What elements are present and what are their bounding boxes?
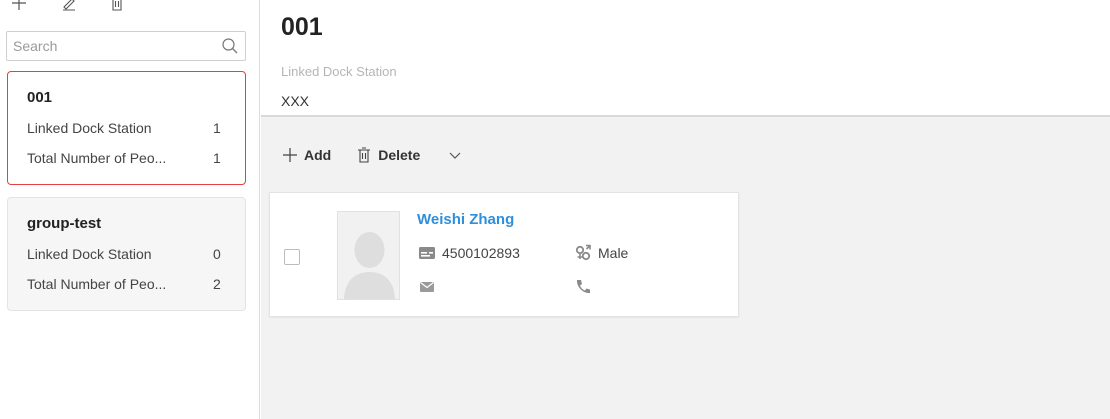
group-linked-row: Linked Dock Station 1	[27, 120, 229, 136]
person-checkbox[interactable]	[284, 249, 300, 265]
linked-dock-label: Linked Dock Station	[27, 120, 152, 136]
add-person-button[interactable]: Add	[281, 146, 331, 164]
avatar	[337, 211, 400, 300]
total-people-label: Total Number of Peo...	[27, 276, 167, 292]
group-name: group-test	[27, 215, 102, 232]
linked-dock-count: 0	[213, 246, 221, 262]
total-people-count: 2	[213, 276, 221, 292]
person-email	[418, 278, 442, 296]
linked-dock-label: Linked Dock Station	[27, 246, 152, 262]
person-actions: Add Delete	[281, 144, 462, 166]
page-title: 001	[281, 13, 323, 41]
delete-label: Delete	[378, 147, 421, 163]
id-card-icon	[419, 247, 435, 259]
phone-icon	[576, 280, 590, 294]
person-silhouette-icon	[338, 212, 399, 299]
person-gender: Male	[574, 244, 628, 262]
linked-dock-station-label: Linked Dock Station	[281, 64, 397, 79]
linked-dock-station-value: XXX	[281, 93, 310, 109]
total-people-count: 1	[213, 150, 221, 166]
group-sidebar: 001 Linked Dock Station 1 Total Number o…	[0, 0, 260, 419]
chevron-down-icon[interactable]	[448, 148, 462, 162]
total-people-label: Total Number of Peo...	[27, 150, 167, 166]
group-total-row: Total Number of Peo... 1	[27, 150, 229, 166]
group-toolbar	[8, 0, 248, 22]
person-id-number: 4500102893	[442, 245, 520, 261]
add-label: Add	[304, 147, 332, 163]
add-icon[interactable]	[10, 0, 28, 12]
email-icon	[420, 282, 434, 292]
gender-icon	[575, 244, 591, 261]
person-id: 4500102893	[418, 244, 520, 262]
search-input[interactable]	[7, 32, 207, 60]
person-card[interactable]: Weishi Zhang 4500102893 Male	[269, 192, 739, 317]
person-gender-value: Male	[598, 245, 629, 261]
edit-icon[interactable]	[60, 0, 78, 12]
group-name: 001	[27, 89, 53, 106]
person-name-link[interactable]: Weishi Zhang	[417, 211, 514, 228]
person-phone	[574, 278, 598, 296]
search-box	[6, 31, 246, 61]
group-linked-row: Linked Dock Station 0	[27, 246, 229, 262]
group-card-group-test[interactable]: group-test Linked Dock Station 0 Total N…	[7, 197, 246, 311]
detail-header: 001 Linked Dock Station XXX	[261, 0, 1110, 117]
delete-icon[interactable]	[108, 0, 126, 12]
delete-person-button[interactable]: Delete	[355, 146, 420, 164]
linked-dock-count: 1	[213, 120, 221, 136]
group-card-001[interactable]: 001 Linked Dock Station 1 Total Number o…	[7, 71, 246, 185]
group-total-row: Total Number of Peo... 2	[27, 276, 229, 292]
group-detail-panel: 001 Linked Dock Station XXX Add Delete W…	[261, 0, 1110, 419]
plus-icon	[283, 148, 297, 162]
search-icon[interactable]	[221, 37, 239, 55]
trash-icon	[358, 147, 371, 163]
